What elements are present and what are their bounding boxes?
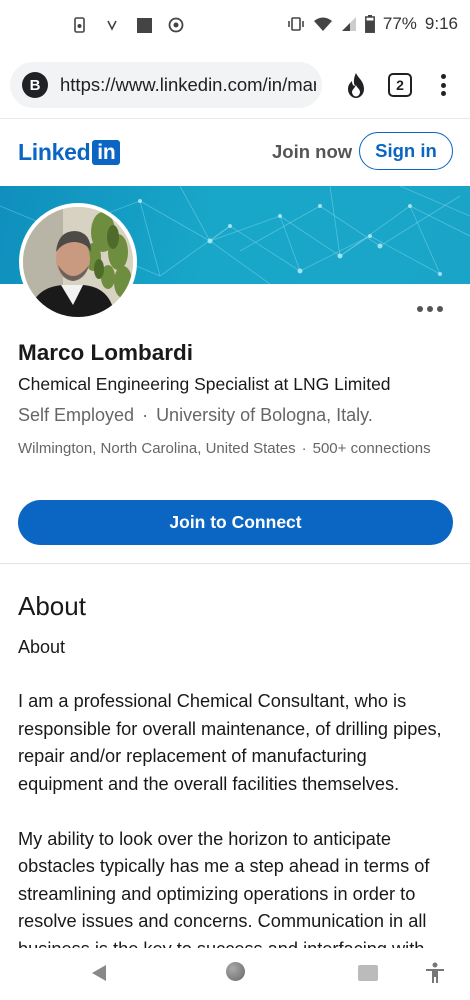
chat-notification-icon xyxy=(168,17,184,33)
person-photo-graphic xyxy=(23,207,133,317)
menu-icon[interactable] xyxy=(440,74,446,96)
site-favicon-icon: B xyxy=(22,72,48,98)
url-text[interactable]: https://www.linkedin.com/in/marco-lombar… xyxy=(60,74,316,96)
about-section-title: About xyxy=(18,591,86,621)
battery-percent: 77% xyxy=(382,14,417,33)
linkedin-logo[interactable]: Linked in xyxy=(18,139,121,166)
section-divider xyxy=(0,563,470,564)
vibrate-icon xyxy=(288,17,304,31)
browser-toolbar: B https://www.linkedin.com/in/marco-lomb… xyxy=(0,52,470,118)
join-to-connect-button[interactable]: Join to Connect xyxy=(18,500,453,545)
address-bar[interactable]: B https://www.linkedin.com/in/marco-lomb… xyxy=(10,62,322,108)
flame-icon[interactable] xyxy=(344,72,368,100)
profile-headline: Chemical Engineering Specialist at LNG L… xyxy=(18,374,391,394)
wifi-icon xyxy=(313,17,332,31)
home-icon[interactable] xyxy=(226,962,245,981)
profile-name: Marco Lombardi xyxy=(18,340,194,365)
android-navigation-bar xyxy=(0,948,470,1000)
signal-icon xyxy=(341,17,356,31)
back-icon[interactable] xyxy=(90,964,108,982)
about-body-text: I am a professional Chemical Consultant,… xyxy=(18,691,442,950)
profile-location-line: Wilmington, North Carolina, United State… xyxy=(18,440,431,457)
phone-notification-icon xyxy=(74,17,85,33)
accessibility-icon[interactable] xyxy=(425,962,445,984)
battery-icon xyxy=(364,15,375,33)
profile-location: Wilmington, North Carolina, United State… xyxy=(18,440,296,457)
current-employer[interactable]: Self Employed xyxy=(18,405,134,425)
recent-apps-icon[interactable] xyxy=(358,965,378,981)
profile-connections: 500+ connections xyxy=(312,440,431,457)
clock: 9:16 xyxy=(424,14,458,33)
tabs-icon[interactable]: 2 xyxy=(388,73,412,97)
about-subheading: About xyxy=(18,637,66,657)
profile-subline: Self Employed · University of Bologna, Ita… xyxy=(18,405,373,425)
profile-avatar[interactable] xyxy=(19,203,137,321)
join-now-link[interactable]: Join now xyxy=(272,141,352,163)
avatar-photo xyxy=(23,207,133,317)
linkedin-header: Linked in Join now Sign in xyxy=(0,118,470,186)
logo-in-box: in xyxy=(92,140,121,165)
status-notification-icons xyxy=(72,17,184,33)
sign-in-button[interactable]: Sign in xyxy=(359,132,453,170)
education-school[interactable]: University of Bologna, Italy. xyxy=(156,405,373,425)
more-options-icon[interactable] xyxy=(417,306,443,314)
logo-text: Linked xyxy=(18,139,91,165)
vpn-notification-icon xyxy=(107,20,117,31)
status-system-icons: 77% 9:16 xyxy=(287,14,458,34)
status-bar: 77% 9:16 xyxy=(0,0,470,52)
square-notification-icon xyxy=(137,18,152,33)
